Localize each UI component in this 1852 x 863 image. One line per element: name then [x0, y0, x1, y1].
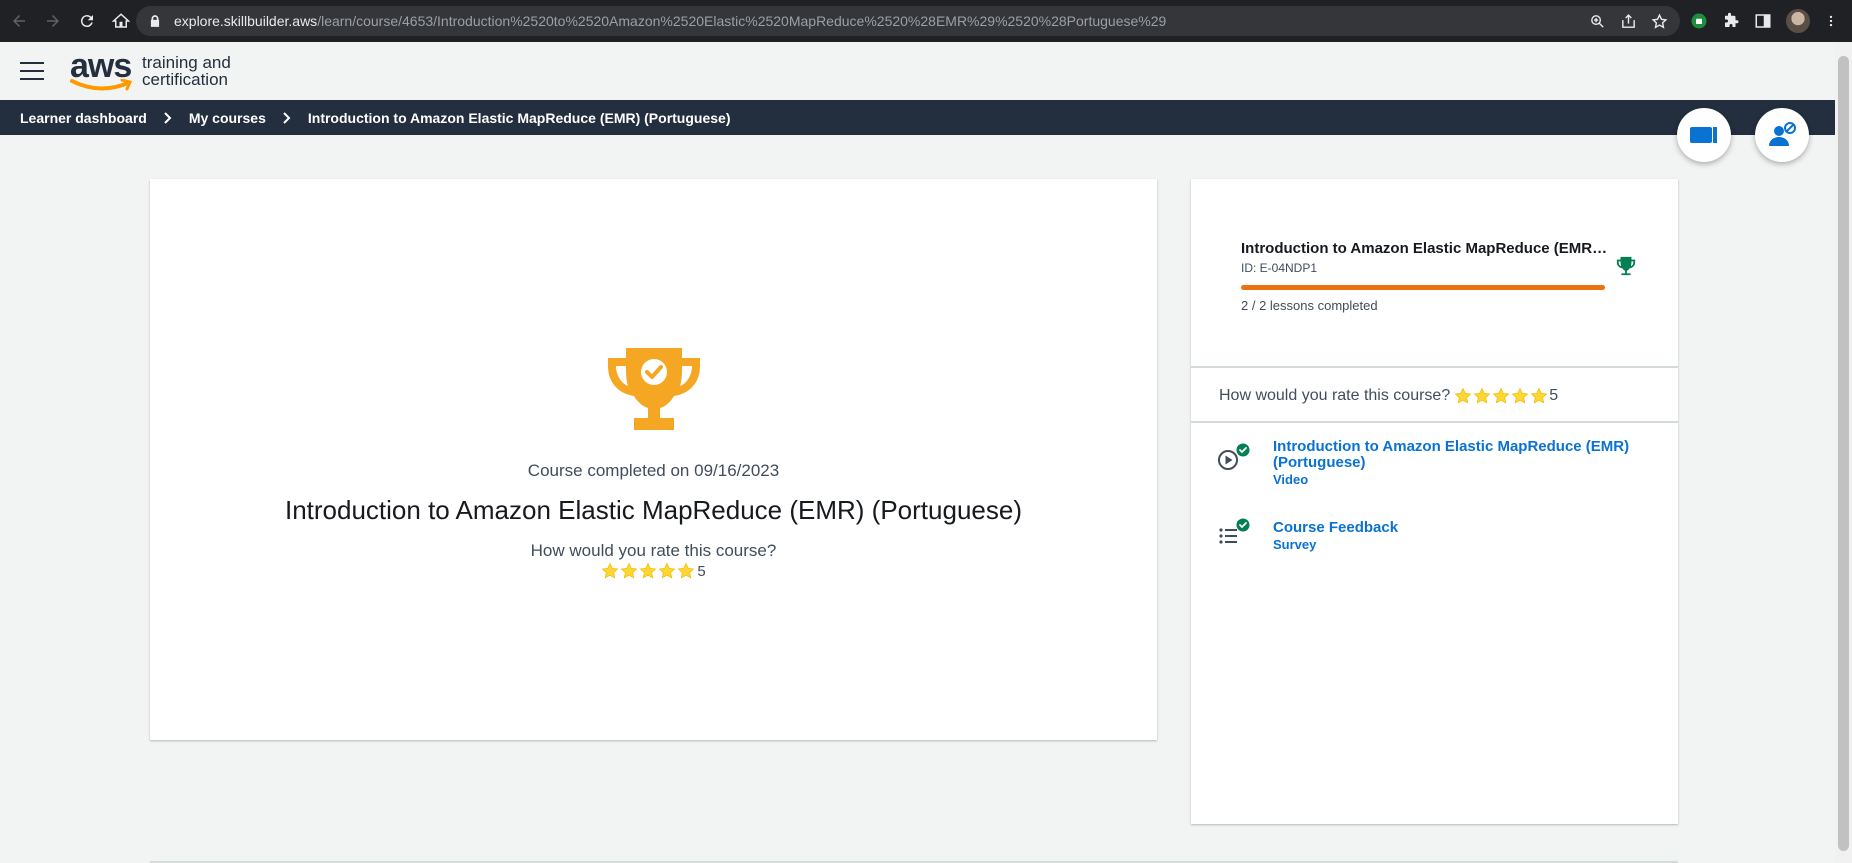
progress-fill: [1241, 285, 1605, 290]
breadcrumb: Learner dashboard My courses Introductio…: [0, 100, 1835, 135]
star-icon[interactable]: [677, 562, 695, 580]
share-icon[interactable]: [1620, 13, 1637, 30]
breadcrumb-my-courses[interactable]: My courses: [189, 110, 266, 126]
puzzle-icon[interactable]: [1722, 12, 1740, 30]
trophy-icon: [1616, 256, 1636, 276]
lesson-type: Survey: [1273, 537, 1317, 552]
logo-line1: training and: [142, 53, 231, 72]
site-header: aws training and certification: [0, 42, 1835, 100]
menu-icon[interactable]: [20, 62, 44, 80]
home-icon: [112, 13, 130, 28]
side-rating: How would you rate this course? 5: [1191, 370, 1678, 423]
lesson-title[interactable]: Course Feedback: [1273, 520, 1653, 536]
trophy-icon: [608, 348, 700, 430]
more-icon[interactable]: [1824, 12, 1838, 30]
lesson-title[interactable]: Introduction to Amazon Elastic MapReduce…: [1273, 439, 1653, 471]
forward-button[interactable]: [38, 6, 68, 36]
url-text: explore.skillbuilder.aws/learn/course/46…: [174, 13, 1166, 29]
star-icon[interactable]: [1651, 12, 1668, 30]
side-rating-question: How would you rate this course?: [1219, 386, 1451, 404]
url-host: explore.skillbuilder.aws: [174, 13, 318, 29]
star-icon[interactable]: [601, 562, 619, 580]
sidepanel-icon[interactable]: [1754, 12, 1772, 30]
url-path: /learn/course/4653/Introduction%2520to%2…: [317, 13, 1167, 29]
lessons-completed: 2 / 2 lessons completed: [1241, 298, 1378, 313]
course-id: ID: E-04NDP1: [1241, 261, 1318, 275]
home-button[interactable]: [106, 6, 136, 36]
breadcrumb-current: Introduction to Amazon Elastic MapReduce…: [307, 109, 731, 126]
completion-card: Course completed on 09/16/2023 Introduct…: [150, 179, 1157, 740]
back-button[interactable]: [4, 6, 34, 36]
video-icon: [1690, 127, 1717, 143]
zoom-icon[interactable]: [1589, 13, 1606, 30]
rating-value: 5: [697, 562, 706, 580]
extension-icon[interactable]: [1690, 12, 1708, 30]
logo-line2: certification: [142, 70, 228, 89]
back-icon: [13, 15, 25, 27]
star-icon[interactable]: [1530, 387, 1548, 405]
breadcrumb-learner-dashboard[interactable]: Learner dashboard: [20, 110, 147, 126]
rating-stars[interactable]: 5: [150, 562, 1157, 580]
star-icon[interactable]: [639, 562, 657, 580]
aws-logo[interactable]: aws training and certification: [70, 49, 231, 93]
scrollbar-thumb[interactable]: [1838, 56, 1849, 851]
side-rating-value: 5: [1549, 386, 1559, 404]
star-icon[interactable]: [1511, 387, 1529, 405]
reload-icon: [80, 15, 93, 28]
course-title: Introduction to Amazon Elastic MapReduce…: [284, 495, 1022, 525]
course-outline-panel: Introduction to Amazon Elastic MapReduce…: [1191, 179, 1678, 824]
star-icon[interactable]: [620, 562, 638, 580]
rating-question: How would you rate this course?: [530, 541, 777, 560]
accessibility-button[interactable]: [1755, 108, 1809, 162]
lock-icon: [150, 15, 160, 27]
logo-word: aws: [70, 47, 132, 85]
reload-button[interactable]: [72, 6, 102, 36]
lesson-item-survey[interactable]: Course Feedback Survey: [1191, 518, 1678, 558]
completion-date: Course completed on 09/16/2023: [527, 461, 780, 480]
browser-toolbar: explore.skillbuilder.aws/learn/course/46…: [0, 0, 1852, 42]
side-rating-stars[interactable]: 5: [1454, 387, 1558, 405]
course-summary: Introduction to Amazon Elastic MapReduce…: [1191, 179, 1678, 368]
star-icon[interactable]: [658, 562, 676, 580]
lesson-item-video[interactable]: Introduction to Amazon Elastic MapReduce…: [1191, 437, 1678, 497]
play-circle-icon: [1218, 443, 1250, 470]
forward-icon: [47, 15, 59, 27]
list-icon: [1219, 518, 1250, 544]
address-bar[interactable]: explore.skillbuilder.aws/learn/course/46…: [136, 6, 1680, 36]
star-icon[interactable]: [1454, 387, 1472, 405]
star-icon[interactable]: [1492, 387, 1510, 405]
chevron-right-icon: [163, 111, 173, 124]
star-icon[interactable]: [1473, 387, 1491, 405]
scrollbar[interactable]: [1835, 42, 1852, 863]
avatar[interactable]: [1786, 9, 1810, 33]
chevron-right-icon: [282, 111, 292, 124]
video-button[interactable]: [1677, 108, 1731, 162]
smile-icon: [70, 79, 133, 91]
lesson-type: Video: [1273, 472, 1309, 487]
progress-bar: [1241, 285, 1605, 290]
side-course-title: Introduction to Amazon Elastic MapReduce…: [1241, 240, 1611, 257]
accessibility-user-icon: [1769, 122, 1796, 146]
